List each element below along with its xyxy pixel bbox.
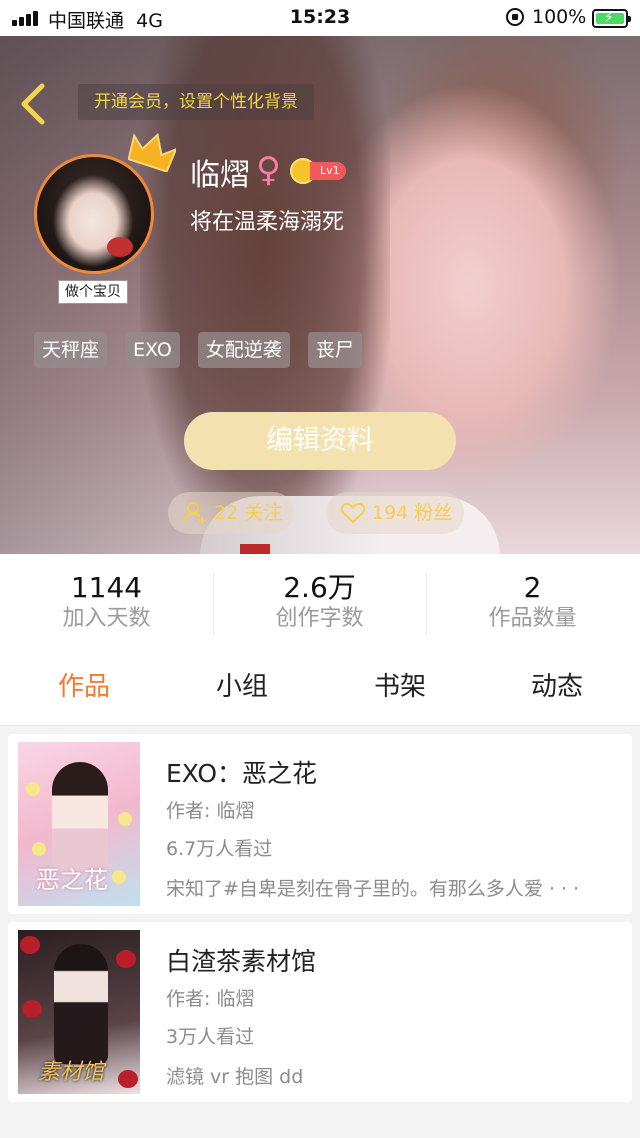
profile-tabs: 作品 小组 书架 动态 <box>0 644 640 726</box>
user-plus-icon <box>183 502 206 524</box>
work-author: 作者: 临熠 <box>166 800 255 822</box>
tag-item[interactable]: 天秤座 <box>34 332 108 368</box>
tab-activity[interactable]: 动态 <box>531 666 583 703</box>
work-cover: 恶之花 <box>18 742 140 906</box>
work-item[interactable]: 素材馆 白渣茶素材馆 作者: 临熠 3万人看过 滤镜 vr 抱图 dd <box>8 922 632 1102</box>
following-button[interactable]: 22 关注 <box>168 492 295 534</box>
stats-bar: 1144 加入天数 2.6万 创作字数 2 作品数量 <box>0 554 640 644</box>
work-title: 白渣茶素材馆 <box>166 947 317 976</box>
avatar[interactable] <box>34 154 154 274</box>
cover-title: 素材馆 <box>38 1060 105 1085</box>
level-badge[interactable]: Lv1 <box>290 158 350 184</box>
work-views: 3万人看过 <box>166 1026 255 1048</box>
tag-list: 天秤座 EXO 女配逆袭 丧尸 <box>34 332 362 368</box>
status-bar: 中国联通 4G 15:23 100% ⚡ <box>0 0 640 36</box>
stat-word-count: 2.6万 创作字数 <box>275 571 364 632</box>
edit-profile-button[interactable]: 编辑资料 <box>184 412 456 470</box>
cover-title: 恶之花 <box>36 866 108 894</box>
crown-icon <box>128 132 176 172</box>
work-views: 6.7万人看过 <box>166 838 273 860</box>
battery-percentage: 100% <box>532 6 587 28</box>
stat-works-count: 2 作品数量 <box>488 571 577 632</box>
work-description: 宋知了#自卑是刻在骨子里的。有那么多人爱 · · · <box>166 878 580 900</box>
tab-groups[interactable]: 小组 <box>216 666 268 703</box>
work-description: 滤镜 vr 抱图 dd <box>166 1066 304 1088</box>
work-item[interactable]: 恶之花 EXO：恶之花 作者: 临熠 6.7万人看过 宋知了#自卑是刻在骨子里的… <box>8 734 632 914</box>
tag-item[interactable]: EXO <box>125 332 180 368</box>
chevron-left-icon <box>21 83 45 125</box>
work-cover: 素材馆 <box>18 930 140 1094</box>
female-gender-icon: ♀ <box>256 150 281 190</box>
work-author: 作者: 临熠 <box>166 988 255 1010</box>
battery-icon: ⚡ <box>592 9 631 28</box>
avatar-badge: 做个宝贝 <box>58 280 128 304</box>
level-label: Lv1 <box>310 162 346 180</box>
tab-works[interactable]: 作品 <box>58 666 110 703</box>
work-title: EXO：恶之花 <box>166 759 318 788</box>
heart-icon <box>340 502 366 524</box>
username: 临熠 <box>190 158 250 193</box>
back-button[interactable] <box>16 82 52 126</box>
fans-count: 194 粉丝 <box>372 502 453 524</box>
signature: 将在温柔海溺死 <box>190 210 345 235</box>
fans-button[interactable]: 194 粉丝 <box>326 492 465 534</box>
orientation-lock-icon <box>506 8 524 26</box>
tag-item[interactable]: 女配逆袭 <box>197 332 290 368</box>
stat-days-joined: 1144 加入天数 <box>62 571 151 632</box>
tab-bookshelf[interactable]: 书架 <box>374 666 426 703</box>
following-count: 22 关注 <box>214 502 283 524</box>
vip-background-banner[interactable]: 开通会员，设置个性化背景 <box>78 84 314 120</box>
tag-item[interactable]: 丧尸 <box>307 332 362 368</box>
